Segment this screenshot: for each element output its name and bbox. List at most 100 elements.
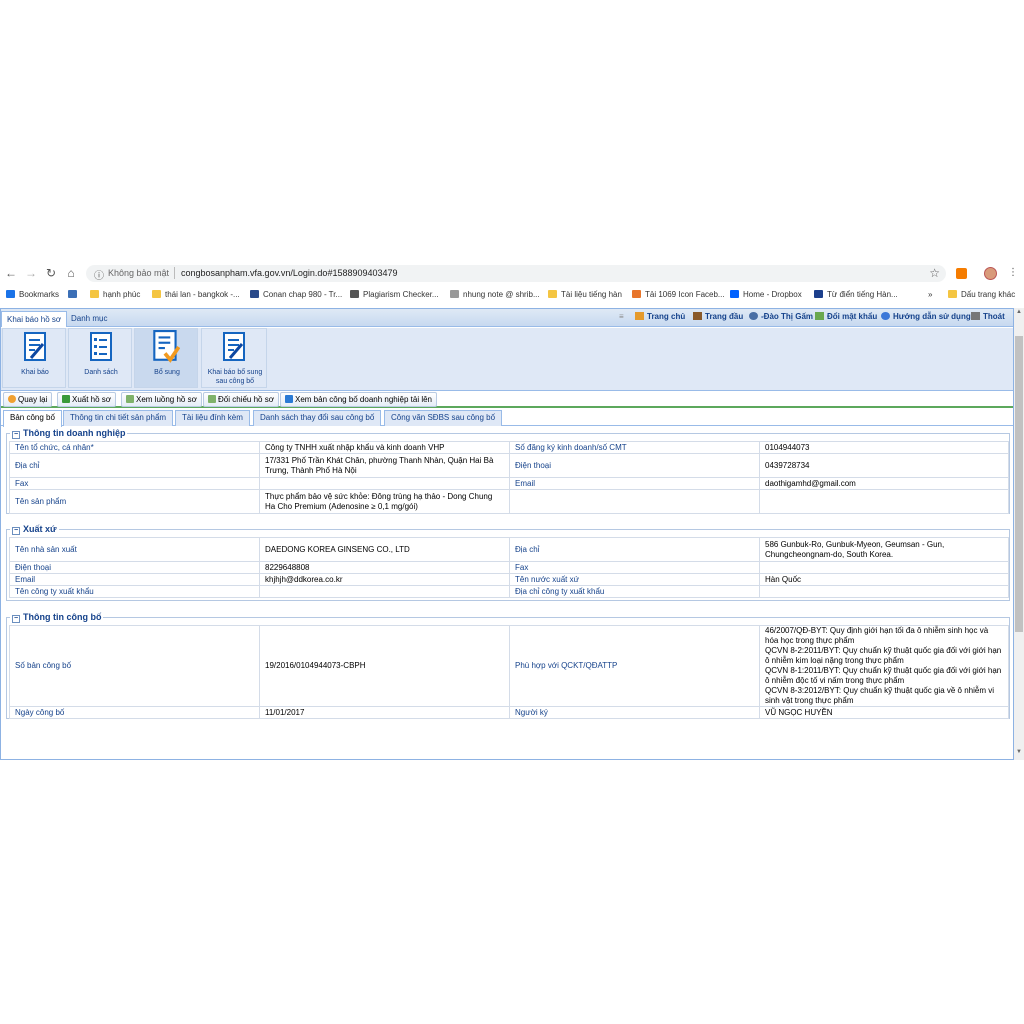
link-user[interactable]: -Đào Thị Gấm <box>749 312 813 321</box>
section-header[interactable]: − Xuất xứ <box>10 524 59 535</box>
tab-danh-sach-thay-doi[interactable]: Danh sách thay đổi sau công bố <box>253 410 382 426</box>
scroll-down-icon[interactable]: ▼ <box>1014 749 1024 759</box>
bookmark-icon <box>548 290 557 298</box>
address-bar-row: ← → ↻ ⌂ ⓘ Không bảo mật congbosanpham.vf… <box>0 262 1024 284</box>
ribbon: Khai báo Danh sách Bổ sung Khai báo bổ s… <box>1 328 1013 390</box>
field-value: 17/331 Phố Trần Khát Chân, phường Thanh … <box>259 453 510 478</box>
xem-luong-ho-so-button[interactable]: Xem luồng hồ sơ <box>121 392 202 407</box>
bookmarks-more-button[interactable]: » <box>928 288 932 302</box>
url-text[interactable]: congbosanpham.vfa.gov.vn/Login.do#158890… <box>181 268 398 278</box>
bookmark-item[interactable] <box>68 288 81 302</box>
doi-chieu-ho-so-button[interactable]: Đối chiếu hồ sơ <box>203 392 279 407</box>
bookmark-item[interactable]: Plagiarism Checker... <box>350 288 439 302</box>
field-label: Địa chỉ công ty xuất khẩu <box>509 585 760 598</box>
table-cong-bo: Số bản công bố 19/2016/0104944073-CBPH Phù… <box>9 625 1009 719</box>
field-label: Địa chỉ <box>509 537 760 562</box>
sub-tabs: Bản công bố Thông tin chi tiết sản phẩm … <box>1 410 1013 427</box>
toolbar: Quay lại Xuất hồ sơ Xem luồng hồ sơ Đối … <box>1 390 1013 408</box>
extension-icon[interactable] <box>956 268 967 279</box>
forward-icon[interactable]: → <box>24 266 38 280</box>
bookmark-icon <box>152 290 161 298</box>
back-icon[interactable]: ← <box>4 266 18 280</box>
field-label: Fax <box>509 561 760 574</box>
table-row: Ngày công bố 11/01/2017 Người ký VŨ NGỌC HU… <box>9 706 1009 719</box>
field-value: DAEDONG KOREA GINSENG CO., LTD <box>259 537 510 562</box>
table-row: Điện thoại 8229648808 Fax <box>9 561 1009 574</box>
field-value: Hàn Quốc <box>759 573 1009 586</box>
field-label: Email <box>9 573 260 586</box>
bookmark-item[interactable]: Conan chap 980 - Tr... <box>250 288 342 302</box>
section-header[interactable]: − Thông tin công bố <box>10 612 104 623</box>
scroll-thumb[interactable] <box>1015 336 1023 632</box>
collapse-icon[interactable]: − <box>12 431 20 439</box>
collapse-icon[interactable]: − <box>12 527 20 535</box>
link-thoat[interactable]: Thoát <box>971 312 1005 321</box>
ribbon-khai-bao-bo-sung-button[interactable]: Khai báo bổ sung sau công bố <box>201 328 267 388</box>
tab-danh-muc[interactable]: Danh mục <box>66 311 112 327</box>
list-doc-icon <box>90 332 112 361</box>
field-label: Email <box>509 477 760 490</box>
tab-cong-van[interactable]: Công văn SĐBS sau công bố <box>384 410 503 426</box>
field-value: 11/01/2017 <box>259 706 510 719</box>
other-bookmarks[interactable]: Dấu trang khác <box>948 288 1015 302</box>
field-label: Người ký <box>509 706 760 719</box>
browser-chrome: ← → ↻ ⌂ ⓘ Không bảo mật congbosanpham.vf… <box>0 262 1024 306</box>
field-value: daothigamhd@gmail.com <box>759 477 1009 490</box>
field-label: Địa chỉ <box>9 453 260 478</box>
table-row: Tên tổ chức, cá nhân* Công ty TNHH xuất n… <box>9 441 1009 454</box>
bookmark-item[interactable]: Tải 1069 Icon Faceb... <box>632 288 725 302</box>
home-icon <box>635 312 644 320</box>
flow-icon <box>126 395 134 403</box>
link-huong-dan[interactable]: Hướng dẫn sử dụng <box>881 312 971 321</box>
book-icon <box>693 312 702 320</box>
quay-lai-button[interactable]: Quay lại <box>3 392 53 407</box>
table-row: Số bản công bố 19/2016/0104944073-CBPH Phù… <box>9 625 1009 707</box>
link-doi-mat-khau[interactable]: Đổi mật khẩu <box>815 312 877 321</box>
table-row: Địa chỉ 17/331 Phố Trần Khát Chân, phường… <box>9 453 1009 478</box>
link-trang-chu[interactable]: Trang chủ <box>635 312 685 321</box>
bookmark-item[interactable]: thái lan - bangkok -... <box>152 288 240 302</box>
field-value <box>759 489 1009 514</box>
bookmark-icon <box>6 290 15 298</box>
field-value: 0439728734 <box>759 453 1009 478</box>
field-value <box>759 561 1009 574</box>
reload-icon[interactable]: ↻ <box>44 266 58 280</box>
export-icon <box>62 395 70 403</box>
field-value: 0104944073 <box>759 441 1009 454</box>
back-arrow-icon <box>8 395 16 403</box>
scroll-up-icon[interactable]: ▲ <box>1014 309 1024 319</box>
bookmark-item[interactable]: Bookmarks <box>6 288 59 302</box>
top-nav: Khai báo hồ sơ Danh mục ≡ Trang chủ Tran… <box>1 309 1013 327</box>
bookmark-item[interactable]: Từ điển tiếng Hàn... <box>814 288 898 302</box>
avatar[interactable] <box>984 267 997 280</box>
field-label <box>509 489 760 514</box>
field-label: Tên nước xuất xứ <box>509 573 760 586</box>
table-row: Email khjhjh@ddkorea.co.kr Tên nước xuất x… <box>9 573 1009 586</box>
field-value: 586 Gunbuk-Ro, Gunbuk-Myeon, Geumsan - G… <box>759 537 1009 562</box>
tab-tai-lieu[interactable]: Tài liệu đính kèm <box>175 410 250 426</box>
home-icon[interactable]: ⌂ <box>64 266 78 280</box>
ribbon-khai-bao-button[interactable]: Khai báo <box>2 328 66 388</box>
ribbon-bo-sung-button[interactable]: Bổ sung <box>134 328 198 388</box>
xuat-ho-so-button[interactable]: Xuất hồ sơ <box>57 392 117 407</box>
tab-thong-tin-chi-tiet[interactable]: Thông tin chi tiết sản phẩm <box>63 410 174 426</box>
xem-ban-cong-bo-button[interactable]: Xem bản công bố doanh nghiệp tải lên <box>280 392 437 407</box>
bookmark-star-icon[interactable]: ☆ <box>929 266 940 280</box>
field-value <box>259 477 510 490</box>
bookmark-item[interactable]: Home - Dropbox <box>730 288 802 302</box>
field-label: Tên nhà sản xuất <box>9 537 260 562</box>
bookmark-item[interactable]: nhung note @ shrib... <box>450 288 540 302</box>
url-bar[interactable]: ⓘ Không bảo mật congbosanpham.vfa.gov.vn… <box>86 265 946 282</box>
bookmarks-bar: Bookmarks hạnh phúc thái lan - bangkok -..… <box>0 286 1024 304</box>
menu-dots-icon[interactable]: ⋮ <box>1006 266 1020 280</box>
tab-ban-cong-bo[interactable]: Bản công bố <box>3 410 62 427</box>
logout-icon <box>971 312 980 320</box>
tab-khai-bao-ho-so[interactable]: Khai báo hồ sơ <box>1 311 68 327</box>
section-header[interactable]: − Thông tin doanh nghiệp <box>10 428 128 439</box>
info-icon[interactable]: ⓘ <box>94 267 104 282</box>
link-trang-dau[interactable]: Trang đầu <box>693 312 743 321</box>
bookmark-item[interactable]: hạnh phúc <box>90 288 140 302</box>
ribbon-danh-sach-button[interactable]: Danh sách <box>68 328 132 388</box>
collapse-icon[interactable]: − <box>12 615 20 623</box>
bookmark-item[interactable]: Tài liệu tiếng hàn <box>548 288 622 302</box>
